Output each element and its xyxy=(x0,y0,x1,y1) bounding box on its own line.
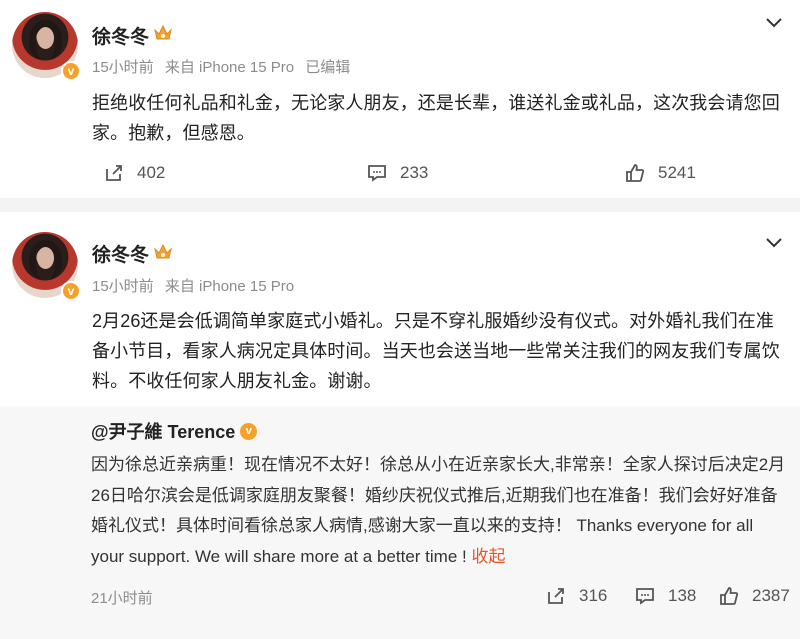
chevron-down-icon[interactable] xyxy=(764,236,784,250)
verified-badge-icon: v xyxy=(61,281,81,301)
repost-icon xyxy=(106,165,122,181)
crown-icon xyxy=(154,24,172,40)
like-icon xyxy=(626,164,645,182)
like-count: 5241 xyxy=(658,163,696,182)
repost-count: 402 xyxy=(137,163,166,182)
post-time: 15小时前 xyxy=(92,59,154,76)
quoted-text: 因为徐总近亲病重！现在情况不太好！徐总从小在近亲家长大,非常亲！全家人探讨后决定… xyxy=(91,450,787,572)
post-actions: 402 233 5241 xyxy=(0,162,800,186)
post-content: 2月26还是会低调简单家庭式小婚礼。只是不穿礼服婚纱没有仪式。对外婚礼我们在准备… xyxy=(92,311,780,391)
edited-label: 已编辑 xyxy=(305,59,351,76)
collapse-link[interactable]: 收起 xyxy=(471,547,505,566)
quoted-author-name[interactable]: @尹子維 Terence xyxy=(91,418,235,444)
quoted-author[interactable]: @尹子維 Terence v xyxy=(91,418,258,444)
verified-badge-icon: v xyxy=(240,422,258,440)
like-icon xyxy=(720,587,739,605)
chevron-down-icon[interactable] xyxy=(764,16,784,30)
comment-button[interactable]: 233 xyxy=(366,162,428,184)
author-name[interactable]: 徐冬冬 xyxy=(92,22,149,49)
like-count: 2387 xyxy=(752,586,790,605)
avatar-face xyxy=(37,247,54,269)
repost-button[interactable]: 402 xyxy=(103,162,165,184)
author-name[interactable]: 徐冬冬 xyxy=(92,240,149,267)
avatar-face xyxy=(37,27,54,49)
comment-count: 138 xyxy=(668,586,697,605)
comment-count: 233 xyxy=(400,163,429,182)
comment-button[interactable]: 138 xyxy=(634,585,696,607)
crown-icon xyxy=(154,243,172,259)
post-meta: 15小时前 来自 iPhone 15 Pro xyxy=(92,275,301,296)
comment-icon xyxy=(636,588,654,605)
repost-icon xyxy=(548,588,564,604)
post-source: 来自 iPhone 15 Pro xyxy=(164,59,295,76)
avatar[interactable]: v xyxy=(12,232,81,301)
quoted-text-body: 因为徐总近亲病重！现在情况不太好！徐总从小在近亲家长大,非常亲！全家人探讨后决定… xyxy=(91,455,786,566)
quoted-actions: 316 138 2387 xyxy=(0,585,800,609)
avatar[interactable]: v xyxy=(12,12,81,81)
like-button[interactable]: 2387 xyxy=(718,585,790,607)
post-time: 15小时前 xyxy=(92,278,154,295)
repost-button[interactable]: 316 xyxy=(545,585,607,607)
verified-badge-icon: v xyxy=(61,61,81,81)
like-button[interactable]: 5241 xyxy=(624,162,696,184)
post-meta: 15小时前 来自 iPhone 15 Pro 已编辑 xyxy=(92,56,357,77)
repost-count: 316 xyxy=(579,586,608,605)
post-source: 来自 iPhone 15 Pro xyxy=(164,278,295,295)
comment-icon xyxy=(368,165,386,182)
post-content: 拒绝收任何礼品和礼金，无论家人朋友，还是长辈，谁送礼金或礼品，这次我会请您回家。… xyxy=(92,93,780,143)
